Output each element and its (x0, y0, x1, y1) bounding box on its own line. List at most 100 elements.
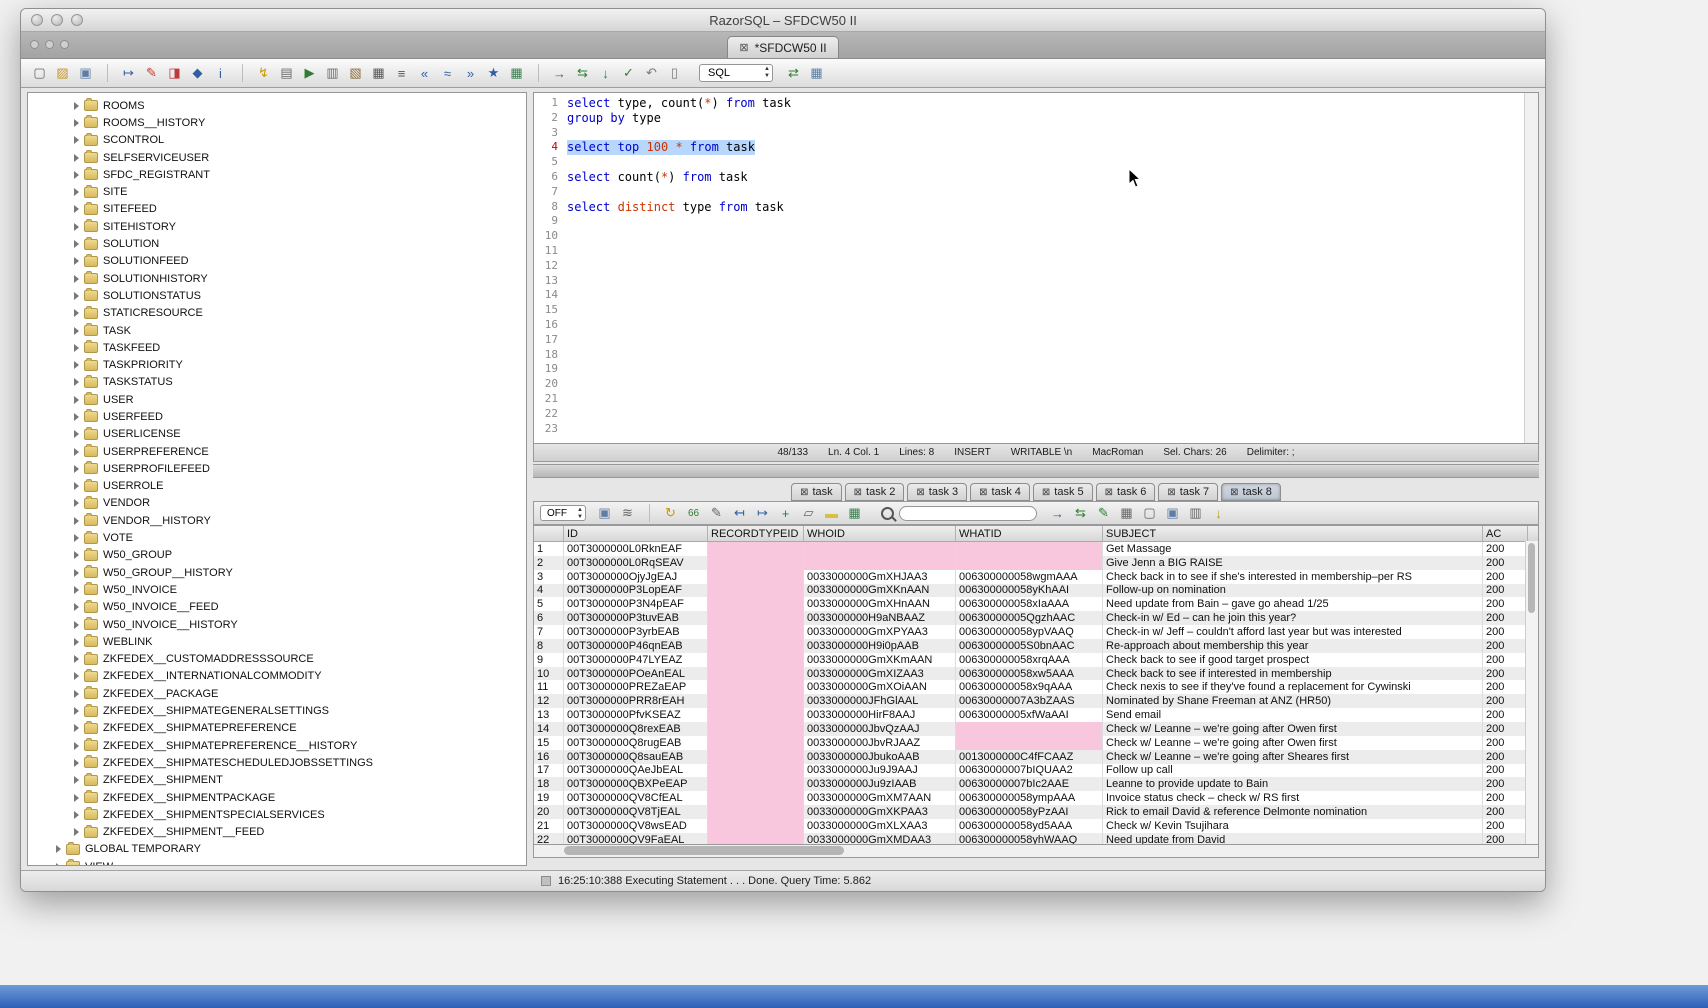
go-icon[interactable]: → (1047, 503, 1068, 523)
filter-icon[interactable]: ≋ (617, 503, 638, 523)
row-number-cell[interactable]: 21 (534, 819, 564, 833)
disclosure-triangle-icon[interactable] (74, 292, 79, 300)
tree-item-w50-group[interactable]: W50_GROUP (28, 547, 526, 564)
cell-ac[interactable]: 200 (1483, 680, 1528, 694)
disclosure-triangle-icon[interactable] (74, 724, 79, 732)
cell-recordtypeid[interactable] (708, 750, 804, 764)
row-number-cell[interactable]: 17 (534, 764, 564, 778)
row-number-cell[interactable]: 11 (534, 680, 564, 694)
tree-item-staticresource[interactable]: STATICRESOURCE (28, 305, 526, 322)
inner-close-button[interactable] (30, 40, 39, 49)
disclosure-triangle-icon[interactable] (74, 534, 79, 542)
cell-recordtypeid[interactable] (708, 625, 804, 639)
disclosure-triangle-icon[interactable] (74, 154, 79, 162)
cell-whatid[interactable] (956, 542, 1103, 556)
cell-subject[interactable]: Need update from Bain – gave go ahead 1/… (1103, 597, 1483, 611)
highlight-icon[interactable]: ▬ (821, 503, 842, 523)
tree-item-userfeed[interactable]: USERFEED (28, 408, 526, 425)
disclosure-triangle-icon[interactable] (74, 257, 79, 265)
cell-whatid[interactable]: 006300000058yPzAAI (956, 805, 1103, 819)
cell-recordtypeid[interactable] (708, 708, 804, 722)
row-number-cell[interactable]: 18 (534, 777, 564, 791)
cell-id[interactable]: 00T3000000Q8sauEAB (564, 750, 708, 764)
cell-id[interactable]: 00T3000000P3tuvEAB (564, 611, 708, 625)
print-icon[interactable]: ▥ (1185, 503, 1206, 523)
row-number-cell[interactable]: 10 (534, 667, 564, 681)
tree-item-solution[interactable]: SOLUTION (28, 235, 526, 252)
commit-icon[interactable]: ✓ (618, 63, 639, 83)
disclosure-triangle-icon[interactable] (74, 655, 79, 663)
cell-whatid[interactable]: 006300000058xIaAAA (956, 597, 1103, 611)
tree-item-view[interactable]: VIEW (28, 858, 526, 866)
cell-ac[interactable]: 200 (1483, 819, 1528, 833)
cell-whatid[interactable]: 00630000007A3bZAAS (956, 694, 1103, 708)
tree-item-sfdc-registrant[interactable]: SFDC_REGISTRANT (28, 166, 526, 183)
row-number-cell[interactable]: 12 (534, 694, 564, 708)
tree-item-global-temporary[interactable]: GLOBAL TEMPORARY (28, 841, 526, 858)
tree-item-userrole[interactable]: USERROLE (28, 478, 526, 495)
tree-item-vendor-history[interactable]: VENDOR__HISTORY (28, 512, 526, 529)
result-tab-task-4[interactable]: ⊠task 4 (970, 483, 1030, 501)
cell-id[interactable]: 00T3000000QV9FaEAL (564, 833, 708, 845)
cell-recordtypeid[interactable] (708, 542, 804, 556)
download-icon[interactable]: ↓ (1208, 503, 1229, 523)
tree-item-zkfedex-shipmatescheduledjobssettings[interactable]: ZKFEDEX__SHIPMATESCHEDULEDJOBSSETTINGS (28, 754, 526, 771)
cell-whoid[interactable]: 0033000000H9i0pAAB (804, 639, 956, 653)
forward-icon[interactable]: → (549, 63, 570, 83)
cell-whatid[interactable] (956, 736, 1103, 750)
row-number-cell[interactable]: 22 (534, 833, 564, 845)
log-icon[interactable]: ▯ (664, 63, 685, 83)
tab-close-icon[interactable]: ⊠ (1042, 487, 1050, 498)
script-icon[interactable]: ▤ (276, 63, 297, 83)
cell-id[interactable]: 00T3000000POeAnEAL (564, 667, 708, 681)
tab-close-icon[interactable]: ⊠ (1230, 487, 1238, 498)
tree-item-userpreference[interactable]: USERPREFERENCE (28, 443, 526, 460)
cell-whoid[interactable]: 0033000000H9aNBAAZ (804, 611, 956, 625)
cell-whoid[interactable]: 0033000000JbvQzAAJ (804, 722, 956, 736)
file-icon[interactable]: ▢ (1139, 503, 1160, 523)
cell-recordtypeid[interactable] (708, 611, 804, 625)
cell-recordtypeid[interactable] (708, 694, 804, 708)
disclosure-triangle-icon[interactable] (74, 240, 79, 248)
row-number-cell[interactable]: 8 (534, 639, 564, 653)
tools-icon[interactable]: ◆ (187, 63, 208, 83)
cell-subject[interactable]: Check w/ Leanne – we're going after Shea… (1103, 750, 1483, 764)
format-right-icon[interactable]: » (460, 63, 481, 83)
undo-icon[interactable]: ↶ (641, 63, 662, 83)
disclosure-triangle-icon[interactable] (74, 378, 79, 386)
cell-whoid[interactable]: 0033000000GmXM7AAN (804, 791, 956, 805)
tree-item-rooms[interactable]: ROOMS (28, 97, 526, 114)
cell-recordtypeid[interactable] (708, 722, 804, 736)
favorites-icon[interactable]: ★ (483, 63, 504, 83)
cell-subject[interactable]: Check nexis to see if they've found a re… (1103, 680, 1483, 694)
cell-recordtypeid[interactable] (708, 736, 804, 750)
disclosure-triangle-icon[interactable] (74, 621, 79, 629)
cell-id[interactable]: 00T3000000Q8rugEAB (564, 736, 708, 750)
cell-ac[interactable]: 200 (1483, 542, 1528, 556)
save-icon[interactable]: ▣ (75, 63, 96, 83)
tree-item-solutionfeed[interactable]: SOLUTIONFEED (28, 253, 526, 270)
cell-whatid[interactable]: 00630000005S0bnAAC (956, 639, 1103, 653)
cell-subject[interactable]: Give Jenn a BIG RAISE (1103, 556, 1483, 570)
row-number-cell[interactable]: 19 (534, 791, 564, 805)
tree-item-solutionstatus[interactable]: SOLUTIONSTATUS (28, 287, 526, 304)
tree-item-taskfeed[interactable]: TASKFEED (28, 339, 526, 356)
disclosure-triangle-icon[interactable] (74, 223, 79, 231)
tree-item-w50-group-history[interactable]: W50_GROUP__HISTORY (28, 564, 526, 581)
disclosure-triangle-icon[interactable] (74, 344, 79, 352)
cell-subject[interactable]: Check w/ Leanne – we're going after Owen… (1103, 736, 1483, 750)
disclosure-triangle-icon[interactable] (74, 638, 79, 646)
tree-item-zkfedex-shipmategeneralsettings[interactable]: ZKFEDEX__SHIPMATEGENERALSETTINGS (28, 702, 526, 719)
cell-ac[interactable]: 200 (1483, 805, 1528, 819)
cell-ac[interactable]: 200 (1483, 722, 1528, 736)
cell-subject[interactable]: Check-in w/ Ed – can he join this year? (1103, 611, 1483, 625)
run-icon[interactable]: ▶ (299, 63, 320, 83)
disclosure-triangle-icon[interactable] (74, 396, 79, 404)
cell-whoid[interactable]: 0033000000Ju9zIAAB (804, 777, 956, 791)
editor-scrollbar[interactable] (1524, 93, 1538, 443)
result-tab-task-3[interactable]: ⊠task 3 (907, 483, 967, 501)
tab-close-icon[interactable]: ⊠ (739, 41, 748, 54)
cell-ac[interactable]: 200 (1483, 750, 1528, 764)
cell-whatid[interactable]: 0013000000C4fFCAAZ (956, 750, 1103, 764)
tree-item-taskpriority[interactable]: TASKPRIORITY (28, 356, 526, 373)
